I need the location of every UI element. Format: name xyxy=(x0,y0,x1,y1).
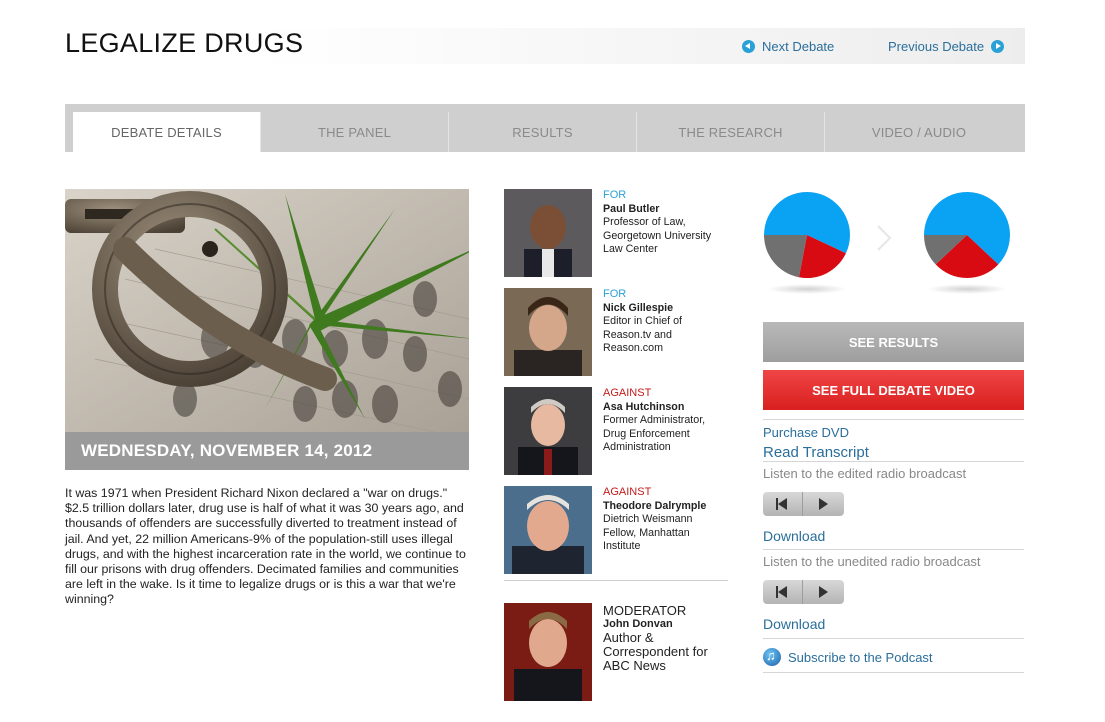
tab-debate-details[interactable]: DEBATE DETAILS xyxy=(73,112,261,152)
rewind-icon xyxy=(778,586,787,598)
panelist-name: Theodore Dalrymple xyxy=(603,499,707,512)
see-full-debate-video-button[interactable]: SEE FULL DEBATE VIDEO xyxy=(763,370,1024,410)
next-debate-link[interactable]: Next Debate xyxy=(742,39,834,54)
page-title: LEGALIZE DRUGS xyxy=(65,28,304,58)
play-button[interactable] xyxy=(803,492,843,516)
panelist-portrait xyxy=(504,486,592,574)
panelist-portrait xyxy=(504,288,592,376)
divider xyxy=(763,672,1024,673)
debate-date: WEDNESDAY, NOVEMBER 14, 2012 xyxy=(65,432,469,470)
panelist-card[interactable]: AGAINST Asa Hutchinson Former Administra… xyxy=(504,387,728,475)
panelist-portrait xyxy=(504,387,592,475)
panelist-role: Former Administrator, xyxy=(603,414,706,427)
panelist-card[interactable]: AGAINST Theodore Dalrymple Dietrich Weis… xyxy=(504,486,728,574)
unedited-audio-player xyxy=(763,580,844,604)
edited-broadcast-label: Listen to the edited radio broadcast xyxy=(763,466,967,481)
unedited-broadcast-label: Listen to the unedited radio broadcast xyxy=(763,554,981,569)
subscribe-podcast-label: Subscribe to the Podcast xyxy=(788,649,933,665)
download-edited-link[interactable]: Download xyxy=(763,528,825,544)
previous-debate-link[interactable]: Previous Debate xyxy=(888,39,1005,54)
divider xyxy=(763,549,1024,550)
debate-description: It was 1971 when President Richard Nixon… xyxy=(65,486,466,607)
rewind-button[interactable] xyxy=(763,492,803,516)
podcast-icon xyxy=(763,648,781,666)
rewind-button[interactable] xyxy=(763,580,803,604)
panelist-role: Administration xyxy=(603,441,671,454)
panelist-role: Institute xyxy=(603,540,641,553)
read-transcript-link[interactable]: Read Transcript xyxy=(763,444,869,461)
tab-results[interactable]: RESULTS xyxy=(449,112,637,152)
panelist-portrait xyxy=(504,189,592,277)
panelist-role: Professor of Law, xyxy=(603,216,686,229)
pie-shadow xyxy=(767,284,847,294)
results-pie-before xyxy=(764,192,850,278)
moderator-role: Correspondent for xyxy=(603,644,708,659)
moderator-card[interactable]: MODERATOR John Donvan Author & Correspon… xyxy=(504,603,728,701)
moderator-role: Author & xyxy=(603,630,654,645)
right-arrow-icon xyxy=(991,40,1005,53)
subscribe-podcast-link[interactable]: Subscribe to the Podcast xyxy=(763,648,933,666)
pie-shadow xyxy=(927,284,1007,294)
divider xyxy=(763,638,1024,639)
previous-debate-label: Previous Debate xyxy=(888,39,985,54)
play-icon xyxy=(819,498,828,510)
chevron-right-icon xyxy=(877,225,892,251)
panelist-card[interactable]: FOR Paul Butler Professor of Law, George… xyxy=(504,189,728,277)
panelist-role: Reason.com xyxy=(603,342,663,355)
panelist-side: FOR xyxy=(603,288,627,300)
tab-the-panel[interactable]: THE PANEL xyxy=(261,112,449,152)
panelist-card[interactable]: FOR Nick Gillespie Editor in Chief of Re… xyxy=(504,288,728,376)
purchase-dvd-link[interactable]: Purchase DVD xyxy=(763,425,849,440)
divider xyxy=(763,419,1024,420)
tab-video-audio[interactable]: VIDEO / AUDIO xyxy=(825,112,1013,152)
panelist-role: Drug Enforcement xyxy=(603,427,690,440)
tab-the-research[interactable]: THE RESEARCH xyxy=(637,112,825,152)
edited-audio-player xyxy=(763,492,844,516)
play-icon xyxy=(819,586,828,598)
tab-bar: DEBATE DETAILS THE PANEL RESULTS THE RES… xyxy=(65,104,1025,152)
panelist-role: Editor in Chief of xyxy=(603,315,683,328)
handcuffs-marijuana-photo xyxy=(65,189,469,432)
download-unedited-link[interactable]: Download xyxy=(763,616,825,632)
left-arrow-icon xyxy=(742,40,755,53)
panelist-role: Law Center xyxy=(603,243,658,256)
moderator-portrait xyxy=(504,603,592,701)
panelist-role: Reason.tv and xyxy=(603,328,672,341)
debate-hero: WEDNESDAY, NOVEMBER 14, 2012 xyxy=(65,189,469,470)
panelist-role: Dietrich Weismann xyxy=(603,513,693,526)
panelist-role: Georgetown University xyxy=(603,229,712,242)
panelist-side: AGAINST xyxy=(603,486,652,498)
panelist-name: Paul Butler xyxy=(603,202,660,215)
play-button[interactable] xyxy=(803,580,843,604)
divider xyxy=(763,461,1024,462)
panelist-side: AGAINST xyxy=(603,387,652,399)
page-header: LEGALIZE DRUGS Next Debate Previous Deba… xyxy=(65,28,1025,64)
see-results-button[interactable]: SEE RESULTS xyxy=(763,322,1024,362)
results-pie-after xyxy=(924,191,1010,278)
next-debate-label: Next Debate xyxy=(762,39,835,54)
panelist-role: Fellow, Manhattan xyxy=(603,526,690,539)
panelist-name: Nick Gillespie xyxy=(603,301,674,314)
moderator-role: ABC News xyxy=(603,658,666,673)
moderator-label: MODERATOR xyxy=(603,603,687,618)
panelist-name: Asa Hutchinson xyxy=(603,400,685,413)
rewind-icon xyxy=(778,498,787,510)
panelist-side: FOR xyxy=(603,189,627,201)
panel-divider xyxy=(504,580,728,581)
